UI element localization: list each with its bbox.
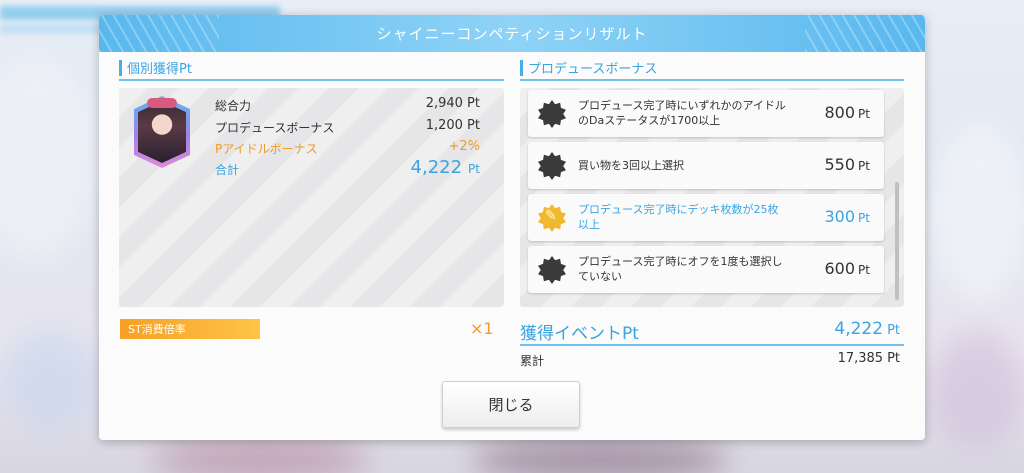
dialog-title-bar: シャイニーコンペティションリザルト bbox=[99, 15, 925, 52]
st-rate-label: ST消費倍率 bbox=[128, 323, 186, 336]
bonus-item-points: 550 Pt bbox=[825, 155, 871, 174]
bonus-item: 買い物を3回以上選択 550 Pt bbox=[528, 142, 884, 189]
bonus-item-text: プロデュース完了時にオフを1度も選択していない bbox=[578, 255, 783, 283]
event-divider bbox=[520, 344, 904, 346]
bonus-points-unit: Pt bbox=[858, 211, 870, 225]
bg-decor bbox=[0, 60, 100, 260]
personal-points-heading: 個別獲得Pt bbox=[119, 55, 504, 81]
cumulative-number: 17,385 bbox=[837, 351, 884, 366]
stat-label-sum: 合計 bbox=[215, 163, 240, 177]
stat-value-produce-bonus: 1,200 Pt bbox=[425, 118, 480, 133]
bg-decor bbox=[470, 440, 730, 473]
bonus-points-number: 600 bbox=[824, 259, 856, 278]
badge-icon bbox=[538, 100, 566, 128]
cumulative-unit: Pt bbox=[887, 351, 900, 366]
bonus-item-achieved: プロデュース完了時にデッキ枚数が25枚以上 300Pt bbox=[528, 194, 884, 241]
idol-avatar bbox=[138, 101, 186, 163]
bonus-list-scrollbar[interactable] bbox=[895, 182, 899, 300]
bonus-item: プロデュース完了時にオフを1度も選択していない 600 Pt bbox=[528, 246, 884, 293]
event-points-unit: Pt bbox=[887, 323, 900, 338]
badge-icon bbox=[538, 256, 566, 284]
bonus-item-text: プロデュース完了時にデッキ枚数が25枚以上 bbox=[578, 203, 779, 231]
bg-decor bbox=[930, 330, 1024, 450]
title-decor bbox=[99, 15, 219, 52]
bonus-points-unit: Pt bbox=[858, 263, 870, 277]
avatar-ribbon-icon bbox=[147, 98, 177, 108]
cumulative-label: 累計 bbox=[520, 354, 545, 368]
bonus-item-text: プロデュース完了時にいずれかのアイドルのDaステータスが1700以上 bbox=[578, 99, 786, 127]
bonus-item-points: 300 Pt bbox=[825, 207, 871, 226]
stat-value-total-power: 2,940 Pt bbox=[425, 96, 480, 111]
cumulative-value: 17,385 Pt bbox=[760, 351, 900, 366]
personal-points-heading-text: 個別獲得Pt bbox=[127, 61, 192, 77]
produce-bonus-heading-text: プロデュースボーナス bbox=[528, 61, 658, 77]
bg-decor bbox=[0, 330, 100, 430]
stat-label-produce-bonus: プロデュースボーナス bbox=[215, 121, 335, 135]
bonus-item-points: 800 Pt bbox=[825, 103, 871, 122]
bonus-points-unit: Pt bbox=[858, 159, 870, 173]
st-rate-value: ×1 bbox=[470, 319, 494, 338]
stat-value-sum: 4,222 Pt bbox=[340, 157, 480, 178]
sum-number: 4,222 bbox=[410, 157, 463, 178]
sum-unit: Pt bbox=[468, 162, 480, 176]
stat-value-p-idol-bonus: +2% bbox=[448, 139, 480, 154]
event-points-label: 獲得イベントPt bbox=[520, 324, 639, 344]
bonus-item-text: 買い物を3回以上選択 bbox=[578, 159, 684, 172]
bonus-points-number: 300 bbox=[824, 207, 856, 226]
event-points-value: 4,222 Pt bbox=[780, 319, 900, 339]
bg-decor bbox=[930, 120, 1024, 300]
produce-bonus-heading: プロデュースボーナス bbox=[520, 55, 904, 81]
gold-badge-icon bbox=[538, 204, 566, 232]
dialog-title: シャイニーコンペティションリザルト bbox=[376, 25, 648, 43]
bonus-points-unit: Pt bbox=[858, 107, 870, 121]
close-button[interactable]: 閉じる bbox=[442, 381, 580, 428]
bonus-item: プロデュース完了時にいずれかのアイドルのDaステータスが1700以上 800 Pt bbox=[528, 90, 884, 137]
title-decor bbox=[805, 15, 925, 52]
stat-label-total-power: 総合力 bbox=[215, 99, 252, 113]
bonus-item-points: 600 Pt bbox=[825, 259, 871, 278]
close-button-label: 閉じる bbox=[488, 396, 534, 414]
event-points-number: 4,222 bbox=[834, 319, 884, 339]
bonus-points-number: 800 bbox=[824, 103, 856, 122]
bonus-points-number: 550 bbox=[824, 155, 856, 174]
st-rate-badge: ST消費倍率 bbox=[120, 319, 260, 339]
badge-icon bbox=[538, 152, 566, 180]
bg-decor bbox=[150, 440, 370, 473]
stat-label-p-idol-bonus: Pアイドルボーナス bbox=[215, 142, 318, 156]
